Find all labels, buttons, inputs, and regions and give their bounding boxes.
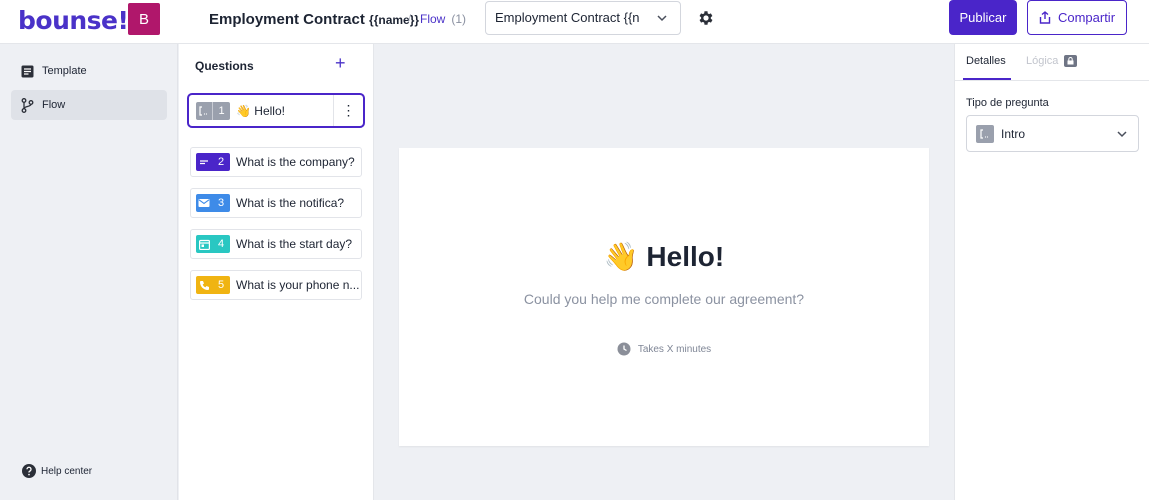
breadcrumb-flow-count: (1): [451, 12, 467, 26]
question-item-5[interactable]: 5 What is your phone n...: [190, 270, 362, 300]
nav-item-flow[interactable]: Flow: [11, 90, 167, 120]
app-logo[interactable]: bounse!: [18, 6, 129, 35]
lock-icon: [1064, 55, 1078, 67]
nav-item-label: Template: [42, 65, 87, 77]
question-text: What is the start day?: [236, 237, 353, 251]
question-text: What is the notifica?: [236, 196, 345, 210]
questions-heading: Questions: [195, 59, 254, 73]
question-preview-card[interactable]: 👋 Hello! Could you help me complete our …: [399, 148, 929, 446]
question-text: What is the company?: [236, 155, 355, 169]
question-more-menu-button[interactable]: ⋮: [333, 95, 363, 126]
intro-icon: [196, 102, 212, 120]
question-item-1[interactable]: 1 👋 Hello! ⋮: [187, 93, 365, 128]
question-item-4[interactable]: 4 What is the start day?: [190, 229, 362, 259]
question-number: 3: [217, 197, 225, 209]
question-number: 1: [212, 101, 230, 120]
details-tabs: Detalles Lógica: [955, 44, 1149, 81]
phone-icon: [196, 276, 212, 294]
document-title-text: Employment Contract: [209, 11, 365, 28]
calendar-icon: [196, 235, 212, 253]
tab-logic[interactable]: Lógica: [1026, 55, 1078, 67]
chevron-down-icon: [1117, 131, 1127, 138]
preview-time-note: Takes X minutes: [399, 342, 929, 356]
preview-title: 👋 Hello!: [603, 241, 725, 272]
question-text: What is your phone n...: [236, 278, 360, 292]
preview-subtitle: Could you help me complete our agreement…: [523, 291, 805, 307]
breadcrumb-separator: /: [408, 13, 412, 25]
share-button[interactable]: Compartir: [1027, 0, 1127, 35]
breadcrumb-flow-label: Flow: [420, 12, 446, 26]
question-text: 👋 Hello!: [236, 103, 285, 118]
question-type-badge: 3: [196, 194, 230, 212]
question-type-badge: 1: [196, 101, 230, 120]
flow-icon: [21, 97, 34, 113]
details-panel: Detalles Lógica Tipo de pregunta Intro: [954, 44, 1149, 500]
help-center-label: Help center: [41, 465, 93, 477]
chevron-down-icon: [657, 15, 667, 22]
share-button-label: Compartir: [1057, 10, 1116, 25]
active-tab-indicator: [963, 78, 1011, 80]
question-type-badge: 5: [196, 276, 230, 294]
help-icon: [22, 464, 36, 478]
more-vertical-icon: ⋮: [341, 102, 356, 118]
share-icon: [1039, 11, 1051, 24]
tab-details[interactable]: Detalles: [966, 55, 1006, 67]
short-text-icon: [196, 153, 212, 171]
template-select[interactable]: Employment Contract {{n: [485, 1, 681, 35]
tab-logic-label: Lógica: [1026, 55, 1059, 67]
preview-time-text: Takes X minutes: [637, 343, 712, 355]
help-center-link[interactable]: Help center: [22, 464, 92, 478]
document-title[interactable]: Employment Contract {{name}}: [209, 11, 419, 28]
preview-canvas: 👋 Hello! Could you help me complete our …: [375, 44, 953, 500]
left-navigation: Template Flow Help center: [0, 44, 178, 500]
question-item-2[interactable]: 2 What is the company?: [190, 147, 362, 177]
template-select-value: Employment Contract {{n: [495, 10, 640, 25]
workspace-avatar[interactable]: B: [128, 3, 160, 35]
publish-button[interactable]: Publicar: [949, 0, 1017, 35]
question-type-label: Tipo de pregunta: [966, 97, 1049, 109]
question-number: 2: [217, 156, 225, 168]
question-type-value: Intro: [1001, 126, 1026, 141]
top-bar: bounse! B Employment Contract {{name}} /…: [0, 0, 1149, 44]
add-question-button[interactable]: +: [335, 54, 346, 72]
nav-item-template[interactable]: Template: [11, 56, 167, 86]
question-item-3[interactable]: 3 What is the notifica?: [190, 188, 362, 218]
intro-type-icon: [976, 124, 994, 143]
email-icon: [196, 194, 212, 212]
nav-item-label: Flow: [42, 99, 66, 111]
question-number: 4: [217, 238, 225, 250]
clock-icon: [617, 342, 631, 356]
question-type-select[interactable]: Intro: [966, 115, 1139, 152]
gear-icon[interactable]: [697, 9, 715, 27]
template-icon: [21, 65, 34, 77]
breadcrumb-flow[interactable]: Flow (1): [420, 12, 466, 26]
document-title-variable: {{name}}: [369, 13, 420, 27]
question-type-badge: 4: [196, 235, 230, 253]
question-type-badge: 2: [196, 153, 230, 171]
questions-panel: Questions + 1 👋 Hello! ⋮ 2 What is the c…: [179, 44, 374, 500]
question-number: 5: [217, 279, 225, 291]
